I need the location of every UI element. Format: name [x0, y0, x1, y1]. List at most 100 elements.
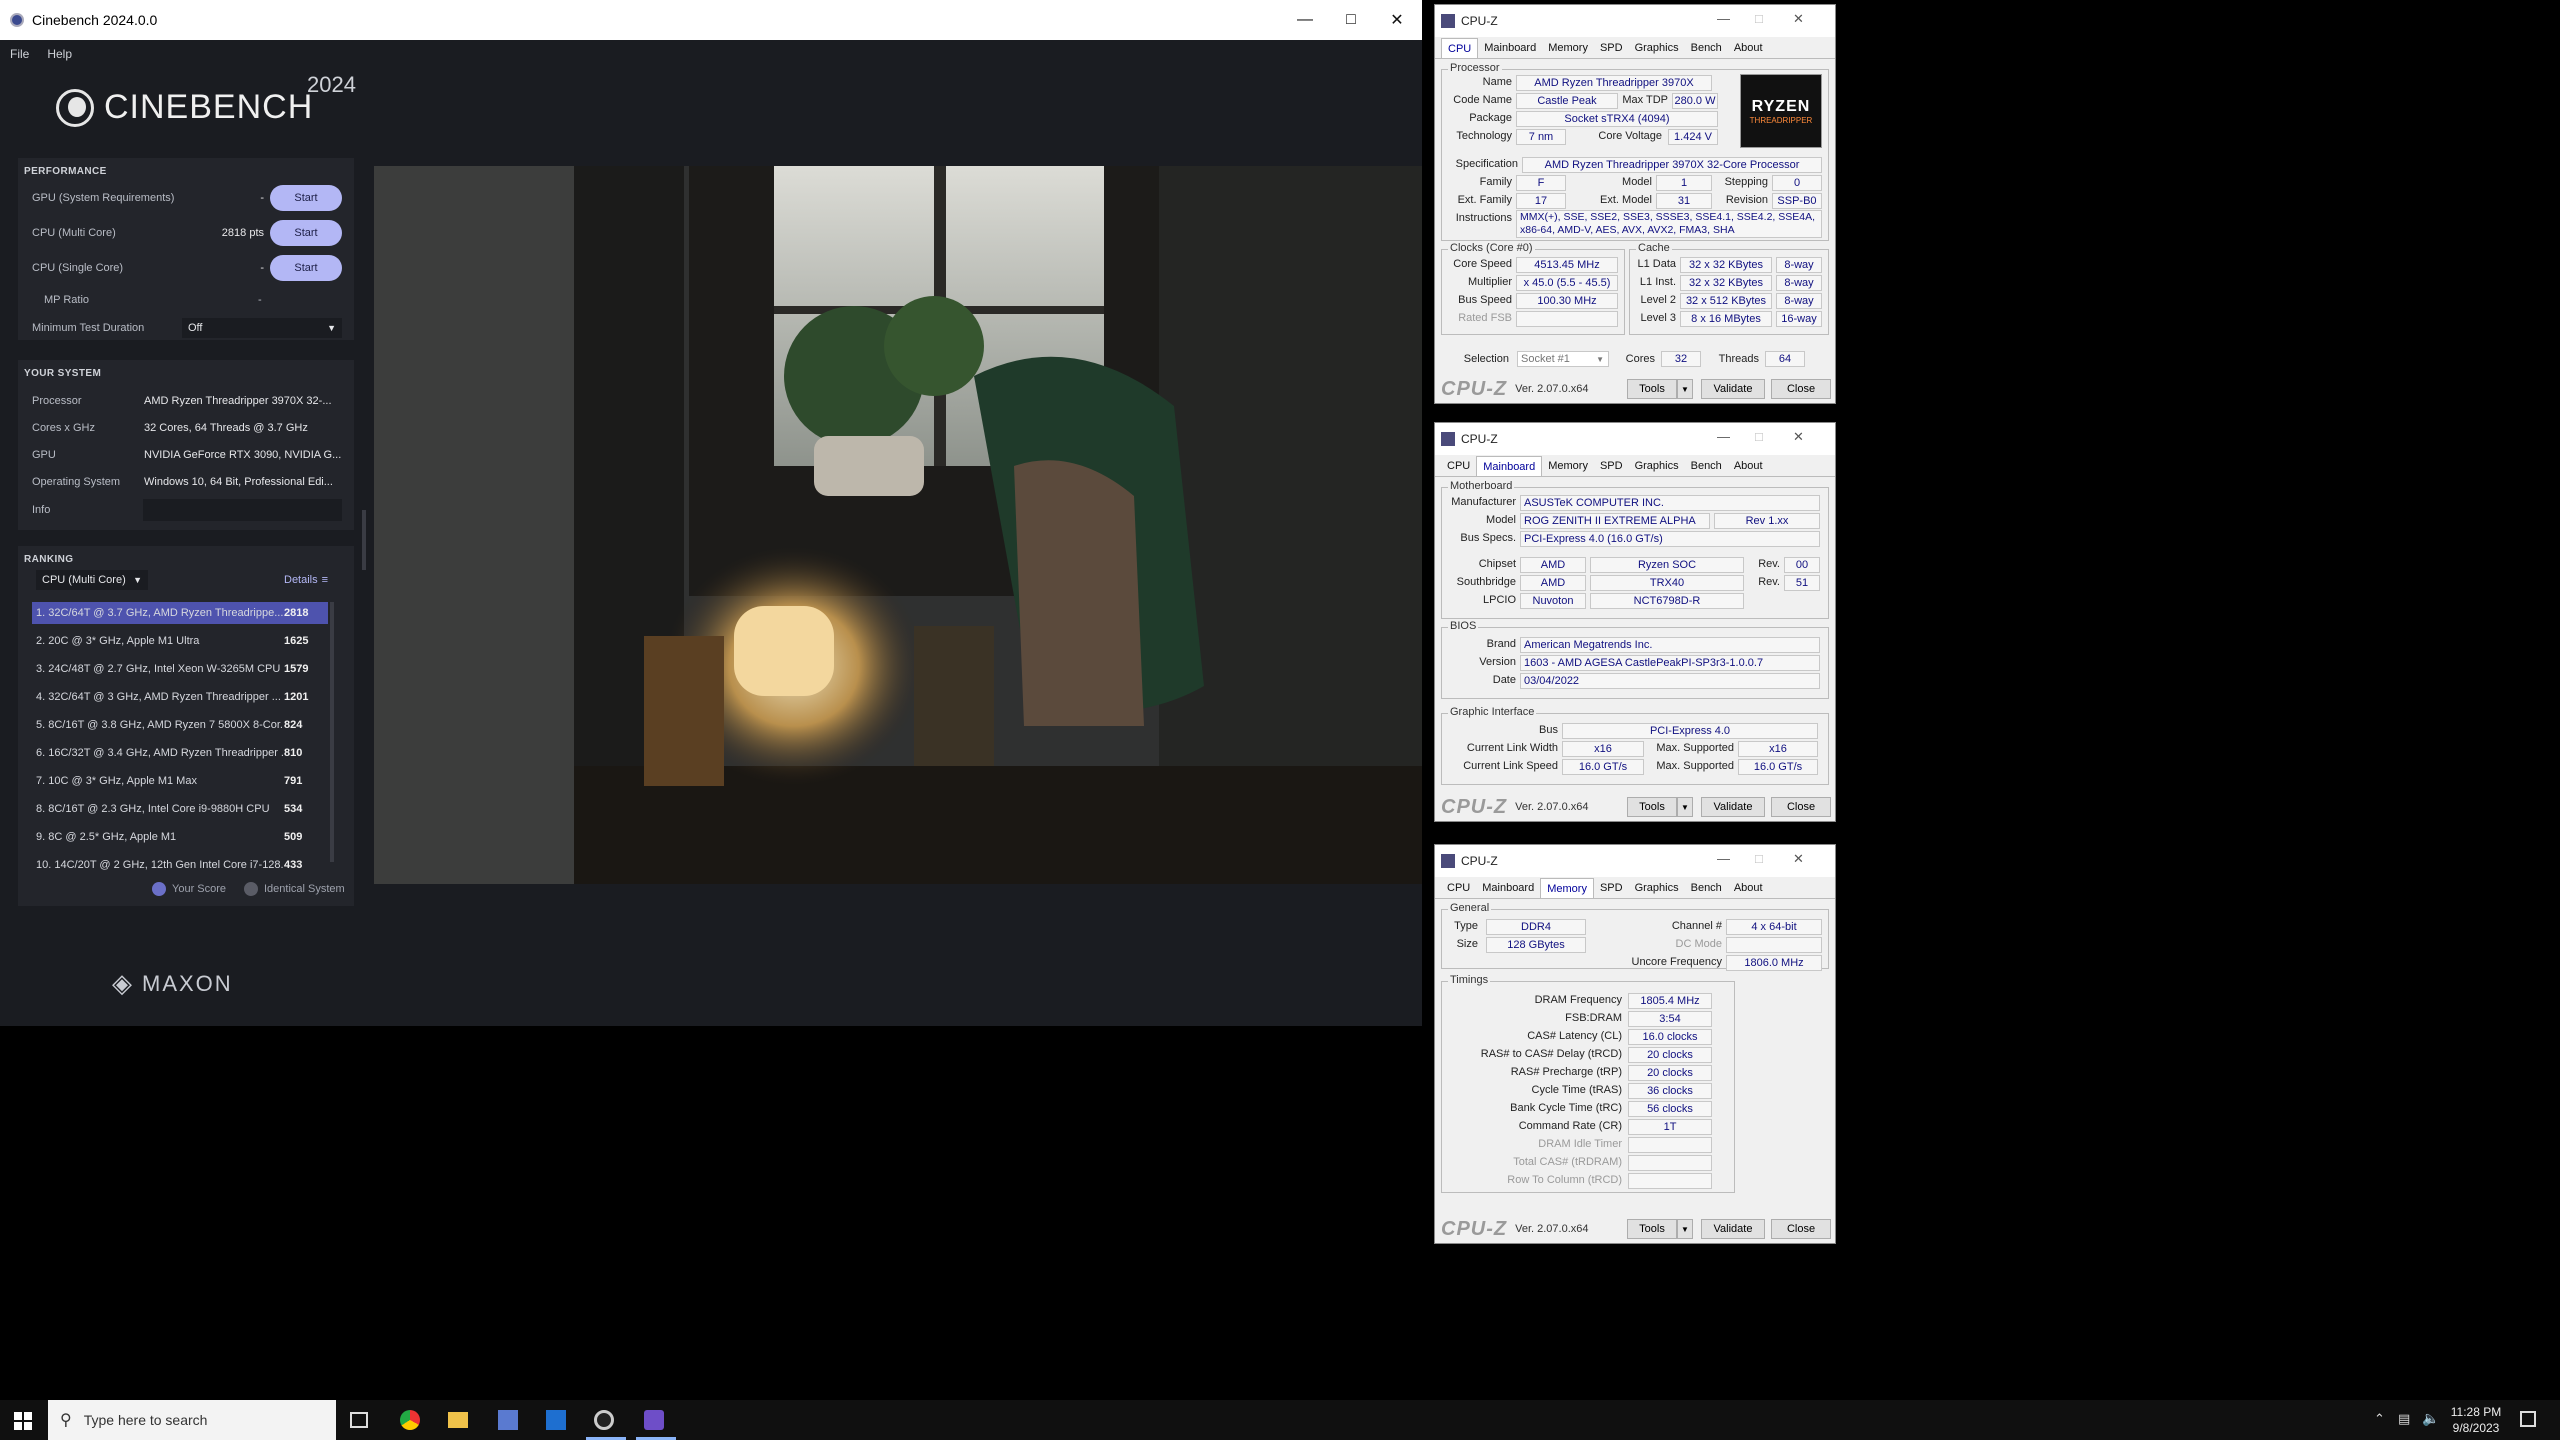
tools-button[interactable]: Tools: [1627, 1219, 1677, 1239]
tools-dropdown-icon[interactable]: ▼: [1677, 379, 1693, 399]
ranking-row[interactable]: 3. 24C/48T @ 2.7 GHz, Intel Xeon W-3265M…: [32, 658, 328, 680]
cpuz-titlebar[interactable]: CPU-Z — □ ✕: [1435, 423, 1835, 455]
validate-button[interactable]: Validate: [1701, 1219, 1765, 1239]
tab-about[interactable]: About: [1728, 456, 1769, 476]
cinebench-taskbar-icon[interactable]: [594, 1410, 614, 1430]
selection-dropdown[interactable]: Socket #1 ▼: [1517, 351, 1609, 367]
family-label: Family: [1479, 176, 1512, 188]
start-gpu-button[interactable]: Start: [270, 185, 342, 211]
ranking-row[interactable]: 5. 8C/16T @ 3.8 GHz, AMD Ryzen 7 5800X 8…: [32, 714, 328, 736]
ranking-row[interactable]: 10. 14C/20T @ 2 GHz, 12th Gen Intel Core…: [32, 854, 328, 876]
task-view-icon[interactable]: [350, 1412, 368, 1428]
ranking-row[interactable]: 1. 32C/64T @ 3.7 GHz, AMD Ryzen Threadri…: [32, 602, 328, 624]
system-key: Operating System: [32, 476, 121, 488]
type-value: DDR4: [1486, 919, 1586, 935]
tab-memory[interactable]: Memory: [1540, 878, 1594, 898]
min-test-dropdown[interactable]: Off ▼: [182, 318, 342, 338]
tab-graphics[interactable]: Graphics: [1629, 38, 1685, 58]
close-icon[interactable]: ✕: [1374, 0, 1420, 40]
info-field[interactable]: [143, 499, 342, 521]
ranking-dropdown[interactable]: CPU (Multi Core) ▼: [36, 570, 148, 590]
tools-button[interactable]: Tools: [1627, 379, 1677, 399]
start-cpu-single-button[interactable]: Start: [270, 255, 342, 281]
details-button[interactable]: Details ≡: [284, 574, 328, 586]
volume-icon[interactable]: 🔈: [2422, 1410, 2439, 1427]
close-icon[interactable]: ✕: [1793, 11, 1804, 27]
chevron-up-icon[interactable]: ⌃: [2374, 1411, 2385, 1427]
tab-cpu[interactable]: CPU: [1441, 38, 1479, 58]
tab-mainboard[interactable]: Mainboard: [1476, 878, 1540, 898]
validate-button[interactable]: Validate: [1701, 797, 1765, 817]
cpuz-version: Ver. 2.07.0.x64: [1515, 801, 1589, 813]
validate-button[interactable]: Validate: [1701, 379, 1765, 399]
cpuz-app-icon: [1441, 432, 1455, 446]
cpuz-titlebar[interactable]: CPU-Z — □ ✕: [1435, 5, 1835, 37]
package-label: Package: [1469, 112, 1512, 124]
close-button[interactable]: Close: [1771, 797, 1831, 817]
close-icon[interactable]: ✕: [1793, 851, 1804, 867]
tab-graphics[interactable]: Graphics: [1629, 456, 1685, 476]
tab-bench[interactable]: Bench: [1685, 878, 1728, 898]
ranking-row[interactable]: 6. 16C/32T @ 3.4 GHz, AMD Ryzen Threadri…: [32, 742, 328, 764]
tab-about[interactable]: About: [1728, 38, 1769, 58]
store-icon[interactable]: [498, 1410, 518, 1430]
bios-brand-value: American Megatrends Inc.: [1520, 637, 1820, 653]
cpuz-taskbar-icon[interactable]: [644, 1410, 664, 1430]
network-icon[interactable]: ▤: [2398, 1411, 2410, 1427]
left-panel-scrollbar[interactable]: [362, 510, 366, 570]
ranking-row[interactable]: 7. 10C @ 3* GHz, Apple M1 Max 791: [32, 770, 328, 792]
tab-spd[interactable]: SPD: [1594, 878, 1629, 898]
cinebench-orb-icon: [56, 88, 94, 127]
tab-spd[interactable]: SPD: [1594, 38, 1629, 58]
l3-way: 16-way: [1776, 311, 1822, 327]
notifications-icon[interactable]: [2520, 1411, 2536, 1427]
minimize-icon[interactable]: —: [1717, 851, 1730, 866]
close-button[interactable]: Close: [1771, 379, 1831, 399]
tab-memory[interactable]: Memory: [1542, 456, 1594, 476]
menu-help[interactable]: Help: [47, 47, 72, 61]
ranking-header: RANKING: [24, 554, 74, 565]
tab-about[interactable]: About: [1728, 878, 1769, 898]
ext-family-value: 17: [1516, 193, 1566, 209]
clock[interactable]: 11:28 PM 9/8/2023: [2446, 1404, 2506, 1436]
cpuz-titlebar[interactable]: CPU-Z — □ ✕: [1435, 845, 1835, 877]
tab-memory[interactable]: Memory: [1542, 38, 1594, 58]
taskbar-search[interactable]: ⚲ Type here to search: [48, 1400, 336, 1440]
maximize-icon[interactable]: □: [1328, 0, 1374, 40]
close-icon[interactable]: ✕: [1793, 429, 1804, 445]
tools-button[interactable]: Tools: [1627, 797, 1677, 817]
timing-label: DRAM Idle Timer: [1538, 1138, 1622, 1150]
cinebench-titlebar[interactable]: Cinebench 2024.0.0 — □ ✕: [0, 0, 1422, 40]
tools-dropdown-icon[interactable]: ▼: [1677, 1219, 1693, 1239]
tools-dropdown-icon[interactable]: ▼: [1677, 797, 1693, 817]
minimize-icon[interactable]: —: [1282, 0, 1328, 40]
chrome-icon[interactable]: [400, 1410, 420, 1430]
minimize-icon[interactable]: —: [1717, 11, 1730, 26]
tab-bench[interactable]: Bench: [1685, 456, 1728, 476]
tab-graphics[interactable]: Graphics: [1629, 878, 1685, 898]
windows-start-icon[interactable]: [14, 1412, 32, 1430]
tab-cpu[interactable]: CPU: [1441, 456, 1476, 476]
tab-bench[interactable]: Bench: [1685, 38, 1728, 58]
tab-spd[interactable]: SPD: [1594, 456, 1629, 476]
tab-cpu[interactable]: CPU: [1441, 878, 1476, 898]
tab-mainboard[interactable]: Mainboard: [1476, 456, 1543, 476]
close-button[interactable]: Close: [1771, 1219, 1831, 1239]
l1d-value: 32 x 32 KBytes: [1680, 257, 1772, 273]
link-speed-label: Current Link Speed: [1463, 760, 1558, 772]
ranking-row[interactable]: 8. 8C/16T @ 2.3 GHz, Intel Core i9-9880H…: [32, 798, 328, 820]
tab-mainboard[interactable]: Mainboard: [1478, 38, 1542, 58]
file-explorer-icon[interactable]: [448, 1412, 468, 1428]
legend-identical-label: Identical System: [264, 883, 345, 895]
ranking-row[interactable]: 4. 32C/64T @ 3 GHz, AMD Ryzen Threadripp…: [32, 686, 328, 708]
app-icon[interactable]: [546, 1410, 566, 1430]
menu-file[interactable]: File: [10, 47, 29, 61]
minimize-icon[interactable]: —: [1717, 429, 1730, 444]
cpuz-title: CPU-Z: [1461, 432, 1498, 446]
start-cpu-multi-button[interactable]: Start: [270, 220, 342, 246]
ranking-scrollbar[interactable]: [330, 602, 334, 862]
maxon-m-icon: ◈: [112, 968, 134, 998]
ranking-row[interactable]: 9. 8C @ 2.5* GHz, Apple M1 509: [32, 826, 328, 848]
bios-date-value: 03/04/2022: [1520, 673, 1820, 689]
ranking-row[interactable]: 2. 20C @ 3* GHz, Apple M1 Ultra 1625: [32, 630, 328, 652]
